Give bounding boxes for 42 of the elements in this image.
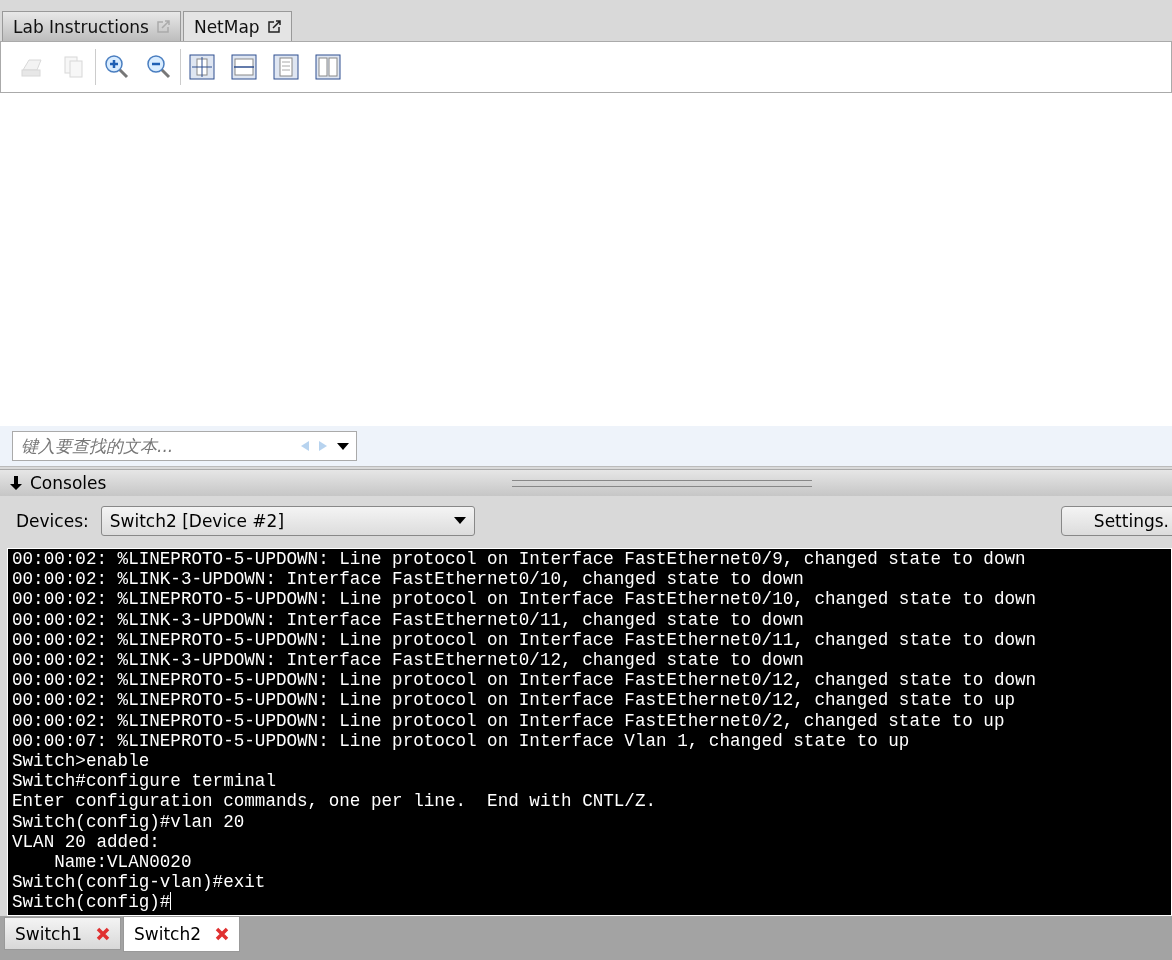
fit-width-icon[interactable] — [231, 54, 257, 80]
close-icon[interactable] — [96, 926, 111, 941]
devices-label: Devices: — [16, 511, 89, 531]
tab[interactable]: NetMap — [182, 11, 292, 41]
device-dropdown[interactable]: Switch2 [Device #2] — [100, 506, 475, 536]
two-page-icon[interactable] — [315, 54, 341, 80]
console-line: 00:00:02: %LINK-3-UPDOWN: Interface FastEthernet0/10, changed state to down — [12, 569, 804, 590]
console-line: 00:00:07: %LINEPROTO-5-UPDOWN: Line protocol on Interface Vlan 1, changed state to up — [12, 730, 910, 752]
caret-icon[interactable] — [336, 441, 350, 451]
console-line: 00:00:02: %LINK-3-UPDOWN: Interface FastEthernet0/12, changed state to down — [12, 650, 804, 671]
console-line: 00:00:02: %LINEPROTO-5-UPDOWN: Line protocol on Interface FastEthernet0/2, changed state to up — [12, 710, 1005, 731]
console-line: Switch>enable — [12, 751, 150, 772]
console-line: 00:00:02: %LINEPROTO-5-UPDOWN: Line protocol on Interface FastEthernet0/9, changed state to down — [12, 549, 1026, 570]
console-line: Name:VLAN0020 — [53, 852, 192, 873]
console-line: Enter configuration commands, one per line. End with CNTL/Z. — [12, 791, 657, 812]
panel-title: Consoles — [30, 473, 107, 493]
search-field[interactable]: 键入要查找的文本... — [19, 435, 292, 457]
console-line: 00:00:02: %LINEPROTO-5-UPDOWN: Line protocol on Interface FastEthernet0/12, changed state to up — [12, 690, 1015, 711]
console-tab[interactable]: Switch2 — [123, 916, 241, 952]
console-terminal[interactable] — [7, 548, 1172, 916]
down-arrow-icon[interactable] — [8, 475, 24, 491]
console-line: 00:00:02: %LINK-3-UPDOWN: Interface FastEthernet0/11, changed state to down — [12, 609, 804, 630]
console-tab[interactable]: Switch1 — [4, 917, 122, 950]
close-icon[interactable] — [215, 927, 230, 941]
popout-icon[interactable] — [267, 20, 281, 33]
zoom-in-icon[interactable] — [104, 54, 130, 80]
console-line: Switch(config-vlan)#exit — [12, 872, 266, 893]
caret-icon — [453, 517, 466, 525]
console-line: VLAN 20 added: — [12, 831, 160, 853]
console-line: Switch(config)# — [12, 892, 172, 913]
fit-page-icon[interactable] — [189, 54, 215, 80]
console-line: 00:00:02: %LINEPROTO-5-UPDOWN: Line protocol on Interface FastEthernet0/12, changed state to down — [12, 670, 1037, 691]
settings-button[interactable]: Settings. — [1060, 506, 1172, 536]
resize-grip[interactable] — [512, 480, 812, 487]
search-box[interactable]: 键入要查找的文本... — [12, 431, 357, 461]
console-line: Switch#configure terminal — [12, 771, 276, 792]
console-line: 00:00:02: %LINEPROTO-5-UPDOWN: Line protocol on Interface FastEthernet0/10, changed state to down — [12, 589, 1037, 610]
console-line: Switch(config)#vlan 20 — [12, 811, 245, 832]
single-page-icon[interactable] — [273, 54, 299, 80]
console-line: 00:00:02: %LINEPROTO-5-UPDOWN: Line protocol on Interface FastEthernet0/11, changed state to down — [12, 629, 1037, 650]
zoom-out-icon[interactable] — [146, 54, 172, 80]
tab[interactable]: Lab Instructions — [2, 11, 181, 41]
